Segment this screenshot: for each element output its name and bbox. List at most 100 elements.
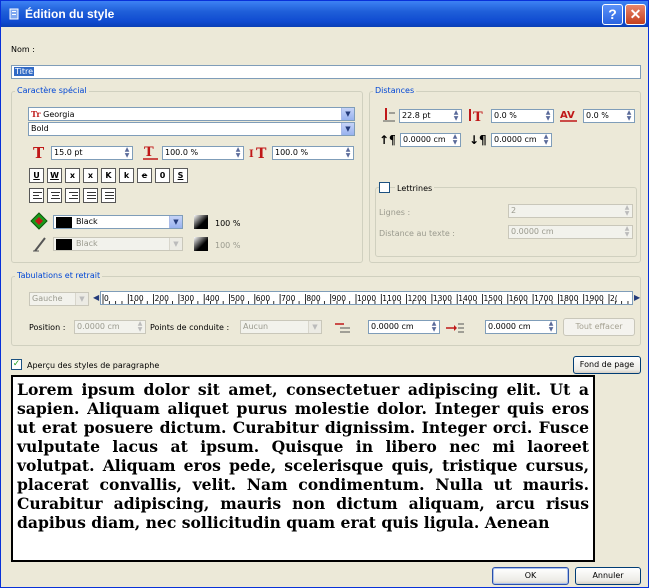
font-size-input[interactable]: 15.0 pt ▲ ▼ [51, 146, 133, 160]
fill-opacity-value: 100 % [215, 219, 241, 228]
page-background-button[interactable]: Fond de page [573, 356, 641, 374]
spinner-icon[interactable]: ▲ ▼ [622, 205, 632, 217]
first-indent-value: 0.0000 cm [371, 322, 414, 331]
ruler-scroll-left-icon[interactable]: ◀ [93, 293, 99, 302]
ruler-label: 1000 [357, 294, 376, 303]
ruler-label: 1200 [408, 294, 427, 303]
ok-button[interactable]: OK [492, 567, 569, 585]
stroke-color-value: Black [76, 239, 98, 248]
space-below-input[interactable]: 0.0000 cm ▲ ▼ [491, 133, 552, 147]
chevron-down-icon[interactable]: ▼ [75, 293, 88, 305]
line-spacing-input[interactable]: 22.8 pt ▲ ▼ [399, 109, 462, 123]
vertical-scale-input[interactable]: 100.0 % ▲ ▼ [272, 146, 354, 160]
ruler-ticks: 0 100 200 300 400 500 600 700 800 900 1000 1100 1200… [102, 294, 629, 304]
spinner-icon[interactable]: ▲ ▼ [546, 321, 556, 333]
dropcaps-checkbox[interactable] [379, 182, 390, 193]
preview-checkbox[interactable]: ✓ [11, 359, 22, 370]
chevron-down-icon[interactable]: ▼ [169, 216, 182, 228]
spinner-icon[interactable]: ▲ ▼ [622, 226, 632, 238]
spinner-icon[interactable]: ▲ ▼ [343, 147, 353, 159]
style-select[interactable]: Bold ▼ [28, 122, 355, 136]
space-above-icon: ↑¶ [379, 133, 395, 147]
spinner-icon[interactable]: ▲ ▼ [135, 321, 145, 333]
font-select[interactable]: Tr Georgia ▼ [28, 107, 355, 121]
ruler-label: 1300 [433, 294, 452, 303]
align-right-button[interactable] [65, 188, 80, 203]
left-indent-input[interactable]: 0.0000 cm ▲ ▼ [485, 320, 557, 334]
chevron-down-icon[interactable]: ▼ [169, 238, 182, 250]
word-underline-button[interactable]: W [47, 168, 62, 183]
preview-label: Aperçu des styles de paragraphe [27, 361, 160, 370]
title-bar[interactable]: Édition du style ? ✕ [1, 1, 648, 27]
ruler-label: 200 [155, 294, 170, 303]
justify-button[interactable] [83, 188, 98, 203]
chevron-down-icon[interactable]: ▼ [308, 321, 321, 333]
baseline-offset-input[interactable]: 0.0 % ▲ ▼ [491, 109, 554, 123]
svg-text:↑¶: ↑¶ [379, 133, 395, 147]
spinner-icon[interactable]: ▲ ▼ [624, 110, 634, 122]
tab-ruler[interactable]: 0 100 200 300 400 500 600 700 800 900 1000 1100 1200… [100, 291, 633, 305]
name-input[interactable]: Titre [11, 65, 641, 79]
first-indent-input[interactable]: 0.0000 cm ▲ ▼ [368, 320, 440, 334]
spinner-icon[interactable]: ▲ ▼ [429, 321, 439, 333]
small-caps-button[interactable]: k [119, 168, 134, 183]
vertical-scale-icon: I T [249, 146, 267, 160]
chevron-down-icon[interactable]: ▼ [341, 123, 354, 135]
tab-alignment-select[interactable]: Gauche ▼ [29, 292, 89, 306]
tracking-input[interactable]: 0.0 % ▲ ▼ [583, 109, 635, 123]
force-justify-button[interactable] [101, 188, 116, 203]
spinner-icon[interactable]: ▲ ▼ [543, 110, 553, 122]
outline-button[interactable]: 0 [155, 168, 170, 183]
stroke-swatch [56, 239, 72, 250]
fill-color-select[interactable]: Black ▼ [53, 215, 183, 229]
spinner-icon[interactable]: ▲ ▼ [233, 147, 243, 159]
stroke-color-select[interactable]: Black ▼ [53, 237, 183, 251]
space-above-input[interactable]: 0.0000 cm ▲ ▼ [400, 133, 461, 147]
subscript-button[interactable]: x [65, 168, 80, 183]
align-center-button[interactable] [47, 188, 62, 203]
spinner-icon[interactable]: ▲ ▼ [451, 110, 461, 122]
align-left-button[interactable] [29, 188, 44, 203]
preview-text: Lorem ipsum dolor sit amet, consectetuer… [17, 380, 589, 532]
fill-shade-swatch[interactable] [194, 215, 208, 229]
tab-leader-select[interactable]: Aucun ▼ [240, 320, 322, 334]
underline-button[interactable]: U [29, 168, 44, 183]
font-value: Georgia [43, 110, 75, 119]
dropcaps-distance-input[interactable]: 0.0000 cm ▲ ▼ [508, 225, 633, 239]
shadow-button[interactable]: S [173, 168, 188, 183]
line-spacing-value: 22.8 pt [402, 111, 431, 120]
ruler-label: 400 [205, 294, 220, 303]
spinner-icon[interactable]: ▲ ▼ [541, 134, 551, 146]
font-size-value: 15.0 pt [54, 148, 83, 157]
stroke-shade-swatch[interactable] [194, 237, 208, 251]
dropcaps-distance-label: Distance au texte : [379, 229, 455, 238]
clear-all-tabs-button[interactable]: Tout effacer [563, 318, 635, 336]
strikethrough-button[interactable]: e [137, 168, 152, 183]
dropcaps-group [375, 187, 637, 257]
window-title: Édition du style [25, 7, 115, 21]
ruler-label: 100 [129, 294, 144, 303]
dropcaps-distance-value: 0.0000 cm [511, 227, 554, 236]
left-indent-value: 0.0000 cm [488, 322, 531, 331]
spinner-icon[interactable]: ▲ ▼ [122, 147, 132, 159]
ruler-label: 700 [281, 294, 296, 303]
svg-text:T: T [144, 145, 154, 160]
space-below-value: 0.0000 cm [494, 135, 537, 144]
close-button[interactable]: ✕ [625, 4, 646, 25]
superscript-button[interactable]: x [83, 168, 98, 183]
horizontal-scale-input[interactable]: 100.0 % ▲ ▼ [162, 146, 244, 160]
paragraph-preview: Lorem ipsum dolor sit amet, consectetuer… [11, 375, 595, 562]
dropcaps-lines-input[interactable]: 2 ▲ ▼ [508, 204, 633, 218]
chevron-down-icon[interactable]: ▼ [341, 108, 354, 120]
all-caps-button[interactable]: K [101, 168, 116, 183]
fill-bucket-icon [30, 212, 48, 230]
ruler-scroll-right-icon[interactable]: ▶ [634, 293, 640, 302]
help-button[interactable]: ? [602, 4, 623, 25]
space-above-value: 0.0000 cm [403, 135, 446, 144]
cancel-button[interactable]: Annuler [575, 567, 641, 585]
name-value: Titre [14, 67, 35, 76]
ruler-label: 800 [306, 294, 321, 303]
tab-position-input[interactable]: 0.0000 cm ▲ ▼ [74, 320, 146, 334]
spinner-icon[interactable]: ▲ ▼ [450, 134, 460, 146]
ruler-label: 1400 [458, 294, 477, 303]
